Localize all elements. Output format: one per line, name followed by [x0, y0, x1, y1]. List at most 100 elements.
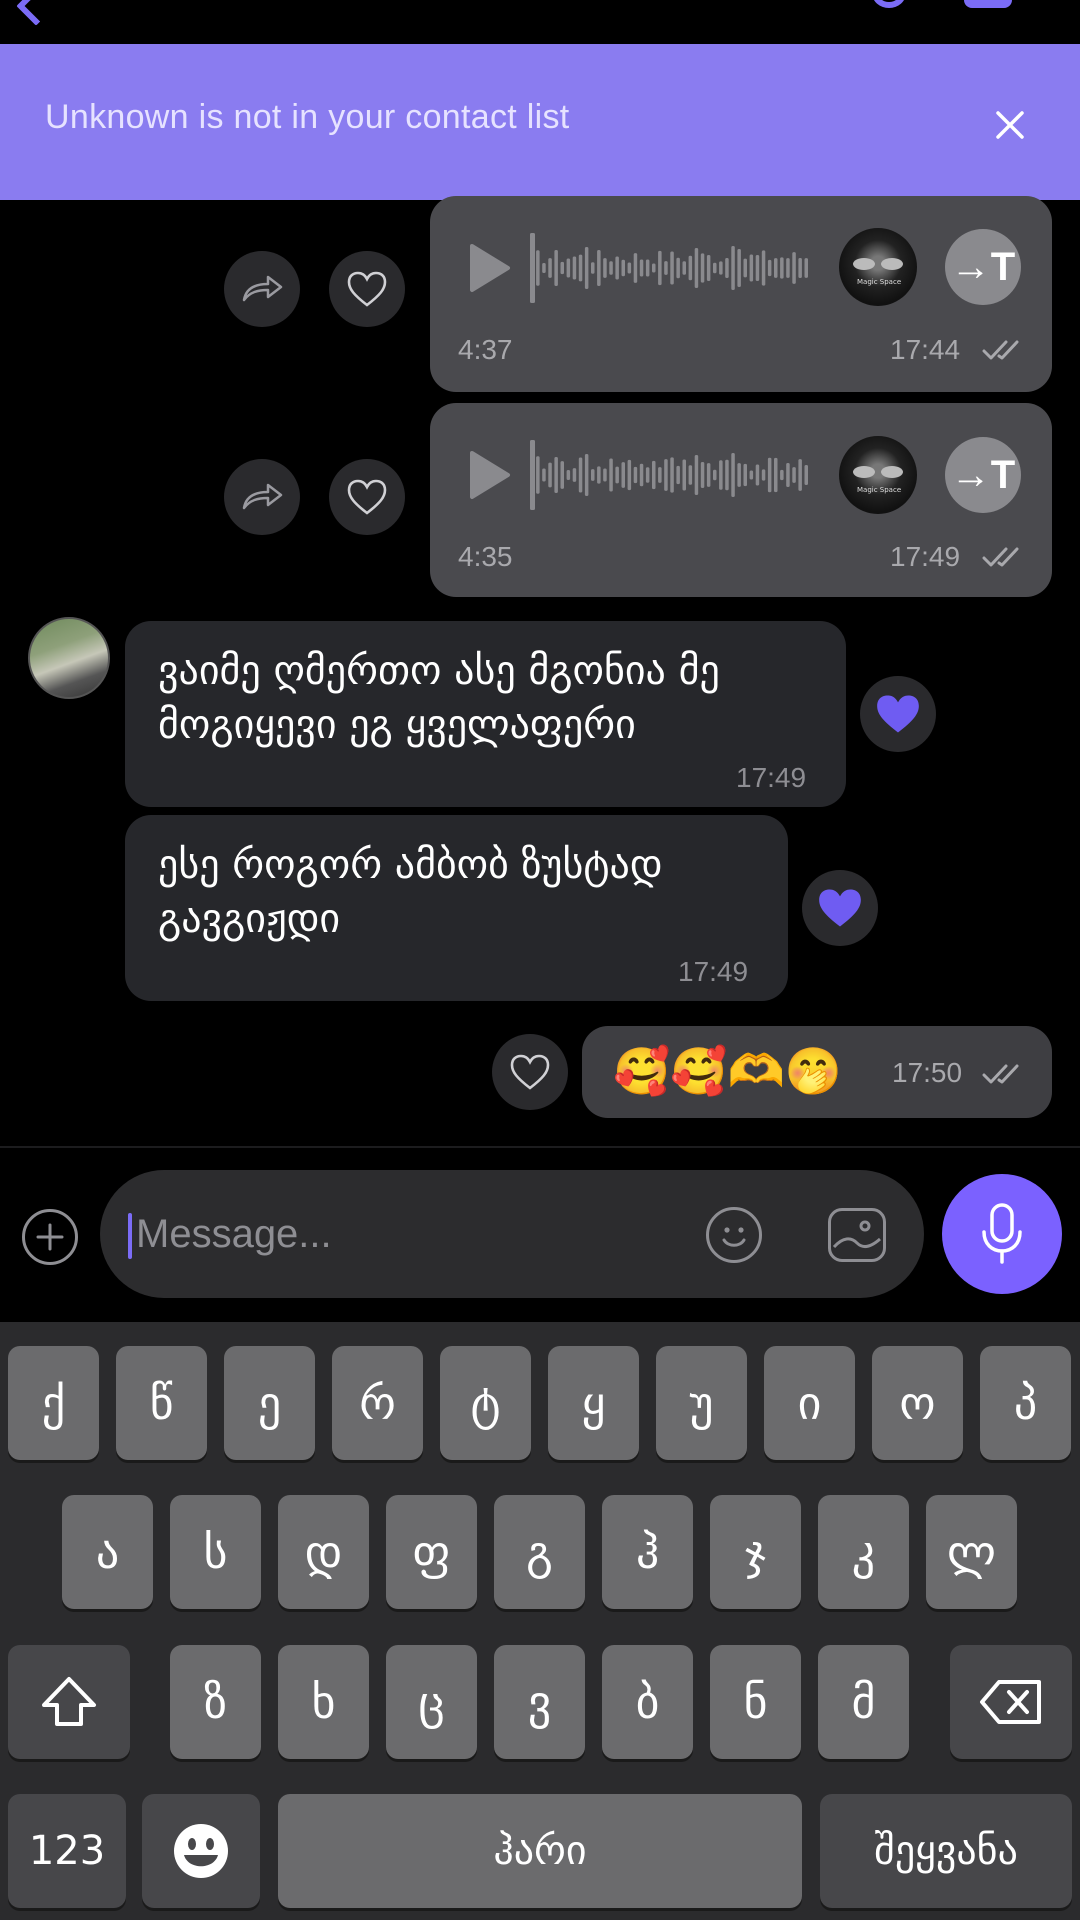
key-letter[interactable]: ყ	[548, 1346, 639, 1460]
waveform-bar	[670, 457, 674, 493]
key-letter[interactable]: წ	[116, 1346, 207, 1460]
microphone-icon	[982, 1203, 1022, 1264]
waveform-bar	[560, 461, 564, 489]
key-letter[interactable]: ქ	[8, 1346, 99, 1460]
waveform-bar	[749, 254, 754, 282]
heart-outline-icon	[347, 479, 387, 515]
waveform-bar	[554, 457, 558, 493]
gallery-icon[interactable]	[828, 1208, 886, 1262]
waveform-bar	[676, 257, 680, 279]
key-letter[interactable]: ს	[170, 1495, 261, 1609]
waveform-bar	[652, 263, 656, 273]
waveform-bar	[749, 470, 754, 480]
voice-thumbnail: Magic Space	[839, 228, 917, 306]
sender-avatar[interactable]	[28, 617, 110, 699]
waveform-bar	[743, 463, 747, 487]
return-key[interactable]: შეყვანა	[820, 1794, 1072, 1908]
key-letter[interactable]: გ	[494, 1495, 585, 1609]
emoji-key[interactable]	[142, 1794, 260, 1908]
key-letter[interactable]: ნ	[710, 1645, 801, 1759]
message-time: 17:49	[890, 541, 961, 572]
waveform-bar	[688, 465, 693, 485]
key-letter[interactable]: ა	[62, 1495, 153, 1609]
waveform-bar	[725, 257, 729, 279]
key-letter[interactable]: ც	[386, 1645, 477, 1759]
key-letter[interactable]: ფ	[386, 1495, 477, 1609]
forward-icon	[242, 483, 283, 510]
waveform-bar	[603, 468, 607, 482]
backspace-key[interactable]	[950, 1645, 1072, 1759]
key-letter[interactable]: რ	[332, 1346, 423, 1460]
waveform-bar	[584, 454, 589, 496]
forward-button[interactable]	[224, 251, 300, 327]
heart-filled-icon	[877, 695, 919, 733]
read-ticks-icon	[982, 547, 1019, 567]
waveform-bar	[615, 466, 619, 484]
key-letter[interactable]: ლ	[926, 1495, 1017, 1609]
key-letter[interactable]: ბ	[602, 1645, 693, 1759]
message-time: 17:44	[890, 334, 961, 365]
waveform-bar	[554, 250, 558, 286]
close-icon[interactable]	[990, 105, 1030, 145]
transcribe-button[interactable]: →T	[945, 229, 1021, 305]
waveform-bar	[786, 258, 790, 278]
liked-heart-button[interactable]	[860, 676, 936, 752]
like-button[interactable]	[329, 459, 405, 535]
attach-plus-icon[interactable]	[22, 1209, 78, 1265]
waveform-bar	[761, 250, 766, 286]
shift-icon	[42, 1677, 96, 1726]
waveform-bar	[566, 469, 571, 481]
waveform-bar	[798, 459, 802, 491]
like-button[interactable]	[492, 1034, 568, 1110]
key-letter[interactable]: ი	[764, 1346, 855, 1460]
waveform-bar	[572, 256, 577, 280]
waveform-bar	[621, 259, 625, 277]
forward-icon	[242, 275, 283, 302]
waveform-bar	[536, 456, 540, 494]
emoji-icon[interactable]	[706, 1207, 762, 1263]
shift-key[interactable]	[8, 1645, 130, 1759]
play-icon[interactable]	[468, 449, 512, 501]
key-letter[interactable]: ხ	[278, 1645, 369, 1759]
waveform-bar	[792, 252, 796, 284]
voice-thumbnail: Magic Space	[839, 436, 917, 514]
video-icon[interactable]	[964, 0, 1012, 8]
waveform-bar	[731, 453, 735, 497]
key-letter[interactable]: პ	[980, 1346, 1071, 1460]
liked-heart-button[interactable]	[802, 870, 878, 946]
key-letter[interactable]: ვ	[494, 1645, 585, 1759]
backspace-icon	[980, 1680, 1041, 1724]
waveform-bar	[597, 466, 601, 484]
text-caret	[128, 1213, 132, 1259]
waveform-bar	[639, 259, 644, 277]
waveform-bar	[652, 460, 656, 490]
message-time: 17:50	[892, 1057, 963, 1088]
waveform-bar	[591, 262, 595, 274]
waveform-bar	[609, 458, 613, 492]
waveform	[530, 233, 808, 303]
key-letter[interactable]: ტ	[440, 1346, 531, 1460]
key-letter[interactable]: კ	[818, 1495, 909, 1609]
waveform-bar	[566, 258, 571, 278]
key-letter[interactable]: ე	[224, 1346, 315, 1460]
key-letter[interactable]: ჯ	[710, 1495, 801, 1609]
key-letter[interactable]: მ	[818, 1645, 909, 1759]
numbers-key[interactable]: 123	[8, 1794, 126, 1908]
key-letter[interactable]: ო	[872, 1346, 963, 1460]
voice-duration: 4:35	[458, 541, 513, 572]
waveform-bar	[719, 261, 723, 275]
forward-button[interactable]	[224, 459, 300, 535]
waveform-bar	[603, 258, 607, 278]
key-letter[interactable]: ჰ	[602, 1495, 693, 1609]
play-icon[interactable]	[468, 242, 512, 294]
waveform-bar	[731, 246, 735, 290]
key-letter[interactable]: უ	[656, 1346, 747, 1460]
waveform-bar	[713, 469, 717, 481]
key-letter[interactable]: ზ	[170, 1645, 261, 1759]
like-button[interactable]	[329, 251, 405, 327]
transcribe-button[interactable]: →T	[945, 437, 1021, 513]
microphone-button[interactable]	[942, 1174, 1062, 1294]
message-emojis: 🥰🥰🫶🤭	[613, 1044, 843, 1098]
space-key[interactable]: ჰარი	[278, 1794, 802, 1908]
key-letter[interactable]: დ	[278, 1495, 369, 1609]
